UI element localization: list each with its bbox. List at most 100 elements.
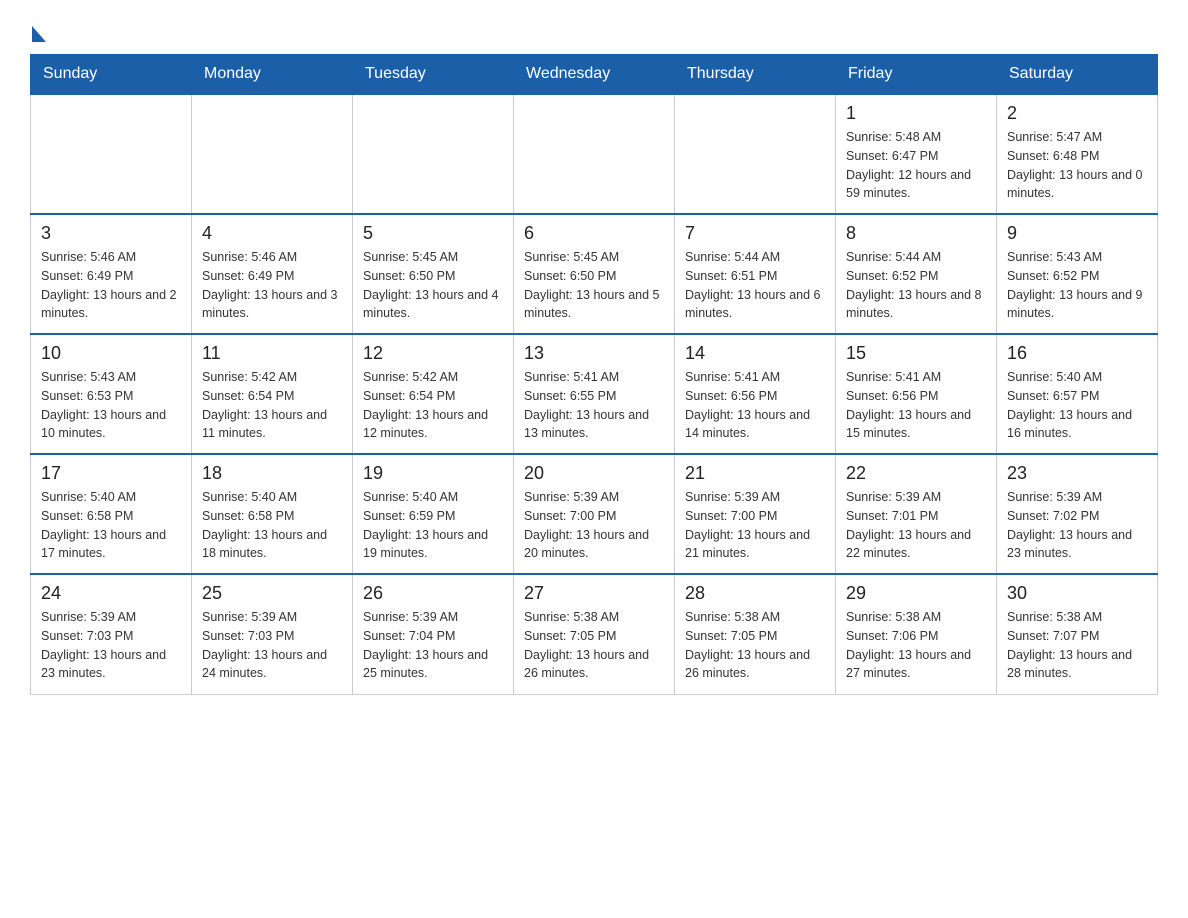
day-number: 11: [202, 343, 342, 364]
day-number: 7: [685, 223, 825, 244]
table-row: 24 Sunrise: 5:39 AM Sunset: 7:03 PM Dayli…: [31, 574, 192, 694]
table-row: 22 Sunrise: 5:39 AM Sunset: 7:01 PM Dayli…: [836, 454, 997, 574]
calendar-week-row: 3 Sunrise: 5:46 AM Sunset: 6:49 PM Daylig…: [31, 214, 1158, 334]
col-monday: Monday: [192, 55, 353, 95]
table-row: [514, 94, 675, 214]
day-info: Sunrise: 5:47 AM Sunset: 6:48 PM Dayligh…: [1007, 128, 1147, 203]
day-number: 25: [202, 583, 342, 604]
day-info: Sunrise: 5:48 AM Sunset: 6:47 PM Dayligh…: [846, 128, 986, 203]
day-number: 15: [846, 343, 986, 364]
table-row: 20 Sunrise: 5:39 AM Sunset: 7:00 PM Dayli…: [514, 454, 675, 574]
table-row: 29 Sunrise: 5:38 AM Sunset: 7:06 PM Dayli…: [836, 574, 997, 694]
day-info: Sunrise: 5:39 AM Sunset: 7:03 PM Dayligh…: [41, 608, 181, 683]
day-info: Sunrise: 5:44 AM Sunset: 6:51 PM Dayligh…: [685, 248, 825, 323]
table-row: 30 Sunrise: 5:38 AM Sunset: 7:07 PM Dayli…: [997, 574, 1158, 694]
table-row: 19 Sunrise: 5:40 AM Sunset: 6:59 PM Dayli…: [353, 454, 514, 574]
table-row: 3 Sunrise: 5:46 AM Sunset: 6:49 PM Daylig…: [31, 214, 192, 334]
day-info: Sunrise: 5:41 AM Sunset: 6:56 PM Dayligh…: [685, 368, 825, 443]
table-row: [31, 94, 192, 214]
day-number: 21: [685, 463, 825, 484]
logo: [30, 20, 48, 44]
table-row: 25Sunrise: 5:39 AM Sunset: 7:03 PM Dayli…: [192, 574, 353, 694]
day-number: 29: [846, 583, 986, 604]
day-number: 8: [846, 223, 986, 244]
day-info: Sunrise: 5:40 AM Sunset: 6:59 PM Dayligh…: [363, 488, 503, 563]
logo-triangle-icon: [32, 26, 46, 42]
day-info: Sunrise: 5:41 AM Sunset: 6:55 PM Dayligh…: [524, 368, 664, 443]
day-info: Sunrise: 5:44 AM Sunset: 6:52 PM Dayligh…: [846, 248, 986, 323]
day-info: Sunrise: 5:38 AM Sunset: 7:05 PM Dayligh…: [524, 608, 664, 683]
table-row: [675, 94, 836, 214]
day-number: 27: [524, 583, 664, 604]
day-number: 10: [41, 343, 181, 364]
day-info: Sunrise: 5:39 AM Sunset: 7:02 PM Dayligh…: [1007, 488, 1147, 563]
day-number: 4: [202, 223, 342, 244]
day-info: Sunrise: 5:40 AM Sunset: 6:57 PM Dayligh…: [1007, 368, 1147, 443]
table-row: 1 Sunrise: 5:48 AM Sunset: 6:47 PM Daylig…: [836, 94, 997, 214]
table-row: 21 Sunrise: 5:39 AM Sunset: 7:00 PM Dayli…: [675, 454, 836, 574]
calendar-week-row: 1 Sunrise: 5:48 AM Sunset: 6:47 PM Daylig…: [31, 94, 1158, 214]
table-row: 9 Sunrise: 5:43 AM Sunset: 6:52 PM Daylig…: [997, 214, 1158, 334]
day-number: 9: [1007, 223, 1147, 244]
table-row: 8 Sunrise: 5:44 AM Sunset: 6:52 PM Daylig…: [836, 214, 997, 334]
table-row: 5 Sunrise: 5:45 AM Sunset: 6:50 PM Daylig…: [353, 214, 514, 334]
day-number: 24: [41, 583, 181, 604]
day-info: Sunrise: 5:43 AM Sunset: 6:52 PM Dayligh…: [1007, 248, 1147, 323]
day-info: Sunrise: 5:42 AM Sunset: 6:54 PM Dayligh…: [202, 368, 342, 443]
day-number: 3: [41, 223, 181, 244]
table-row: 16 Sunrise: 5:40 AM Sunset: 6:57 PM Dayli…: [997, 334, 1158, 454]
table-row: [353, 94, 514, 214]
day-info: Sunrise: 5:38 AM Sunset: 7:07 PM Dayligh…: [1007, 608, 1147, 683]
day-info: Sunrise: 5:38 AM Sunset: 7:05 PM Dayligh…: [685, 608, 825, 683]
day-number: 23: [1007, 463, 1147, 484]
table-row: [192, 94, 353, 214]
day-info: Sunrise: 5:38 AM Sunset: 7:06 PM Dayligh…: [846, 608, 986, 683]
day-info: Sunrise: 5:45 AM Sunset: 6:50 PM Dayligh…: [363, 248, 503, 323]
day-info: Sunrise: 5:45 AM Sunset: 6:50 PM Dayligh…: [524, 248, 664, 323]
day-number: 16: [1007, 343, 1147, 364]
day-info: Sunrise: 5:39 AM Sunset: 7:01 PM Dayligh…: [846, 488, 986, 563]
day-info: Sunrise: 5:40 AM Sunset: 6:58 PM Dayligh…: [202, 488, 342, 563]
col-tuesday: Tuesday: [353, 55, 514, 95]
day-number: 20: [524, 463, 664, 484]
day-info: Sunrise: 5:42 AM Sunset: 6:54 PM Dayligh…: [363, 368, 503, 443]
table-row: 23 Sunrise: 5:39 AM Sunset: 7:02 PM Dayli…: [997, 454, 1158, 574]
col-thursday: Thursday: [675, 55, 836, 95]
table-row: 11 Sunrise: 5:42 AM Sunset: 6:54 PM Dayli…: [192, 334, 353, 454]
page-header: [30, 20, 1158, 44]
table-row: 15 Sunrise: 5:41 AM Sunset: 6:56 PM Dayli…: [836, 334, 997, 454]
day-number: 13: [524, 343, 664, 364]
day-number: 2: [1007, 103, 1147, 124]
table-row: 26Sunrise: 5:39 AM Sunset: 7:04 PM Dayli…: [353, 574, 514, 694]
day-info: Sunrise: 5:39 AM Sunset: 7:00 PM Dayligh…: [524, 488, 664, 563]
table-row: 2 Sunrise: 5:47 AM Sunset: 6:48 PM Daylig…: [997, 94, 1158, 214]
table-row: 6Sunrise: 5:45 AM Sunset: 6:50 PM Daylig…: [514, 214, 675, 334]
day-number: 12: [363, 343, 503, 364]
day-number: 28: [685, 583, 825, 604]
col-sunday: Sunday: [31, 55, 192, 95]
day-number: 22: [846, 463, 986, 484]
day-info: Sunrise: 5:39 AM Sunset: 7:00 PM Dayligh…: [685, 488, 825, 563]
day-number: 18: [202, 463, 342, 484]
day-info: Sunrise: 5:39 AM Sunset: 7:04 PM Dayligh…: [363, 608, 503, 683]
table-row: 13 Sunrise: 5:41 AM Sunset: 6:55 PM Dayli…: [514, 334, 675, 454]
col-wednesday: Wednesday: [514, 55, 675, 95]
col-saturday: Saturday: [997, 55, 1158, 95]
day-info: Sunrise: 5:46 AM Sunset: 6:49 PM Dayligh…: [202, 248, 342, 323]
day-number: 5: [363, 223, 503, 244]
day-number: 19: [363, 463, 503, 484]
calendar-week-row: 24 Sunrise: 5:39 AM Sunset: 7:03 PM Dayli…: [31, 574, 1158, 694]
calendar-week-row: 17 Sunrise: 5:40 AM Sunset: 6:58 PM Dayli…: [31, 454, 1158, 574]
day-number: 17: [41, 463, 181, 484]
table-row: 18 Sunrise: 5:40 AM Sunset: 6:58 PM Dayli…: [192, 454, 353, 574]
table-row: 10Sunrise: 5:43 AM Sunset: 6:53 PM Dayli…: [31, 334, 192, 454]
day-info: Sunrise: 5:46 AM Sunset: 6:49 PM Dayligh…: [41, 248, 181, 323]
day-number: 30: [1007, 583, 1147, 604]
table-row: 12 Sunrise: 5:42 AM Sunset: 6:54 PM Dayli…: [353, 334, 514, 454]
table-row: 14 Sunrise: 5:41 AM Sunset: 6:56 PM Dayli…: [675, 334, 836, 454]
calendar-header-row: Sunday Monday Tuesday Wednesday Thursday…: [31, 55, 1158, 95]
day-info: Sunrise: 5:41 AM Sunset: 6:56 PM Dayligh…: [846, 368, 986, 443]
day-number: 1: [846, 103, 986, 124]
col-friday: Friday: [836, 55, 997, 95]
day-number: 14: [685, 343, 825, 364]
